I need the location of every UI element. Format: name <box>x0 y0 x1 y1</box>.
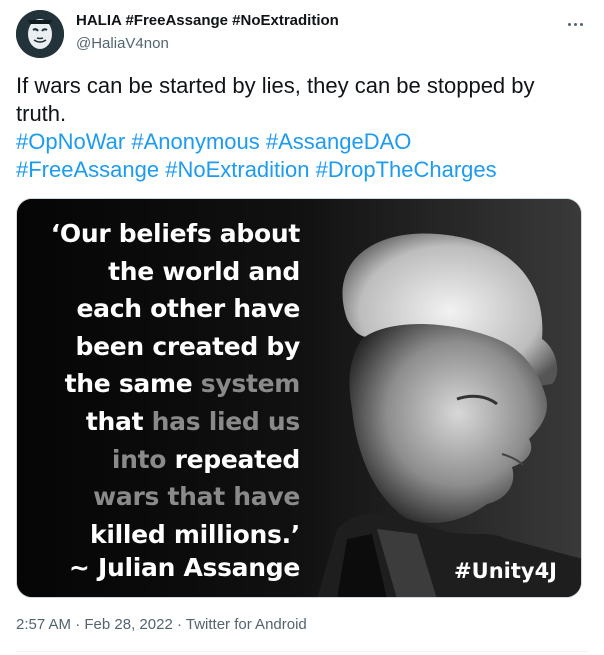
hashtag-link[interactable]: #NoExtradition <box>165 157 309 182</box>
quote-fragment: has lied us <box>151 406 301 436</box>
quote-fragment: that <box>85 406 152 436</box>
more-dot-icon <box>579 22 583 26</box>
quote-fragment: each other have <box>76 294 301 324</box>
quote-line: wars that have <box>20 478 300 516</box>
tweet-body: If wars can be started by lies, they can… <box>16 73 535 126</box>
quote-fragment: been created by <box>75 331 301 361</box>
hashtag-link[interactable]: #FreeAssange <box>16 157 159 182</box>
quote-line: killed millions.’ <box>20 516 300 554</box>
quote-fragment: system <box>200 369 301 399</box>
more-dot-icon <box>573 22 577 26</box>
quote-line: into repeated <box>20 441 300 479</box>
user-handle[interactable]: @HaliaV4non <box>76 35 169 52</box>
tweet: HALIA #FreeAssange #NoExtradition @Halia… <box>0 0 604 655</box>
hashtag-list: #OpNoWar #Anonymous #AssangeDAO #FreeAssa… <box>16 128 586 184</box>
tweet-client[interactable]: Twitter for Android <box>186 616 307 633</box>
quote-fragment: the world and <box>108 256 300 286</box>
display-name[interactable]: HALIA #FreeAssange #NoExtradition <box>76 12 339 29</box>
more-options-button[interactable] <box>560 12 590 36</box>
quote-line: been created by <box>20 328 301 366</box>
quote-line: the same system <box>20 365 301 403</box>
quote-fragment: the same <box>64 369 201 399</box>
tweet-image[interactable]: ‘Our beliefs about the world and each othe… <box>16 198 582 598</box>
separator: · <box>75 616 81 633</box>
quote-line: each other have <box>20 290 301 328</box>
quote-fragment: wars that have <box>93 482 300 512</box>
quote-line: that has lied us <box>20 403 300 441</box>
tweet-date[interactable]: Feb 28, 2022 <box>84 616 172 633</box>
hashtag-row: #OpNoWar #Anonymous #AssangeDAO <box>16 128 586 156</box>
quote-fragment: killed millions.’ <box>90 519 300 549</box>
tweet-time[interactable]: 2:57 AM <box>16 616 71 633</box>
quote-line: ‘Our beliefs about <box>20 215 301 253</box>
hashtag-link[interactable]: #DropTheCharges <box>316 157 497 182</box>
more-dot-icon <box>567 22 571 26</box>
quote-fragment: into <box>111 444 175 474</box>
avatar[interactable] <box>16 10 64 58</box>
divider <box>16 651 588 652</box>
quote-fragment: ‘Our beliefs about <box>50 219 301 248</box>
quote-fragment: repeated <box>174 444 301 474</box>
tweet-metadata: 2:57 AM · Feb 28, 2022 · Twitter for And… <box>16 616 307 633</box>
hashtag-link[interactable]: #Anonymous <box>131 129 259 154</box>
hashtag-row: #FreeAssange #NoExtradition #DropTheChar… <box>16 156 586 184</box>
image-hashtag: #Unity4J <box>454 559 557 583</box>
tweet-text: If wars can be started by lies, they can… <box>16 72 586 184</box>
quote-author: ~ Julian Assange <box>68 553 300 582</box>
hashtag-link[interactable]: #OpNoWar <box>16 129 125 154</box>
mask-avatar-icon <box>16 10 64 58</box>
quote-text: ‘Our beliefs about the world and each othe… <box>20 215 301 554</box>
hashtag-link[interactable]: #AssangeDAO <box>266 129 412 154</box>
quote-line: the world and <box>20 253 300 291</box>
separator: · <box>176 616 182 633</box>
